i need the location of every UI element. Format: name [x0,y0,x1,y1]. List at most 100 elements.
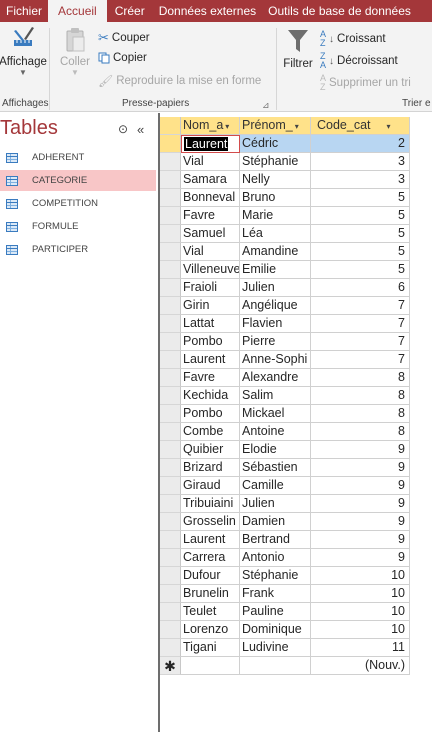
row-selector[interactable] [160,441,181,459]
cell-nom[interactable]: Quibier [181,441,240,459]
cell-prenom[interactable]: Dominique [240,621,311,639]
row-selector[interactable] [160,369,181,387]
cell-code-cat[interactable]: 10 [311,567,410,585]
cell-code-cat[interactable]: 5 [311,189,410,207]
row-selector[interactable] [160,477,181,495]
cell-code-cat[interactable]: 8 [311,387,410,405]
cell-code-cat[interactable]: 9 [311,477,410,495]
row-selector[interactable] [160,351,181,369]
cell-code-cat[interactable]: 3 [311,153,410,171]
cell-nom[interactable]: Grosselin [181,513,240,531]
cell-code-cat[interactable]: 6 [311,279,410,297]
cell-code-cat[interactable]: 7 [311,315,410,333]
nav-item-categorie[interactable]: CATEGORIE [0,170,156,191]
cell-nom[interactable]: Samara [181,171,240,189]
cell-prenom[interactable]: Bertrand [240,531,311,549]
cell-prenom[interactable]: Flavien [240,315,311,333]
row-selector[interactable] [160,153,181,171]
cell-prenom[interactable]: Angélique [240,297,311,315]
cell-prenom[interactable]: Léa [240,225,311,243]
cell-code-cat[interactable]: 11 [311,639,410,657]
cell-code-cat[interactable]: 5 [311,225,410,243]
cell-code-cat[interactable]: 9 [311,495,410,513]
copy-button[interactable]: Copier [98,52,147,64]
cell-code-cat[interactable]: 7 [311,333,410,351]
cell-code-cat[interactable]: 5 [311,243,410,261]
cell-prenom[interactable]: Emilie [240,261,311,279]
row-selector[interactable] [160,531,181,549]
row-selector[interactable] [160,333,181,351]
view-button[interactable]: Affichage ▼ [0,26,47,77]
cell-nom[interactable]: Favre [181,369,240,387]
cell-code-cat[interactable]: 2 [311,135,410,153]
cell-code-cat[interactable]: 5 [311,207,410,225]
row-selector[interactable] [160,225,181,243]
cell-prenom[interactable]: Anne-Sophi [240,351,311,369]
cell-nom[interactable]: Carrera [181,549,240,567]
cell-prenom[interactable]: Damien [240,513,311,531]
row-selector[interactable] [160,243,181,261]
cell-code-cat[interactable]: 9 [311,441,410,459]
select-all-corner[interactable] [160,117,181,135]
cell-nom[interactable]: Tigani [181,639,240,657]
cell-prenom[interactable]: Camille [240,477,311,495]
cell-prenom[interactable]: Antoine [240,423,311,441]
row-selector[interactable] [160,495,181,513]
row-selector[interactable] [160,261,181,279]
nav-item-adherent[interactable]: ADHERENT [0,147,156,168]
row-selector[interactable] [160,639,181,657]
cell-prenom[interactable]: Julien [240,279,311,297]
row-selector[interactable] [160,387,181,405]
row-selector[interactable] [160,549,181,567]
row-selector[interactable] [160,171,181,189]
filter-button[interactable]: Filtrer [280,28,316,70]
cell-nom[interactable]: Girin [181,297,240,315]
cell-prenom[interactable]: Pierre [240,333,311,351]
row-selector[interactable] [160,513,181,531]
row-selector[interactable] [160,621,181,639]
tab-outils-base-de-donnees[interactable]: Outils de base de données [262,0,417,22]
sort-ascending-button[interactable]: AZ ↓ Croissant [320,30,386,48]
cell-nom[interactable]: Brunelin [181,585,240,603]
cell-prenom[interactable]: Stéphanie [240,567,311,585]
format-painter-button[interactable]: 🖌 Reproduire la mise en forme [98,74,261,88]
cut-button[interactable]: ✂ Couper [98,30,150,46]
sort-descending-button[interactable]: ZA ↓ Décroissant [320,52,398,70]
nav-item-participer[interactable]: PARTICIPER [0,239,156,260]
cell-nom[interactable]: Samuel [181,225,240,243]
cell-prenom[interactable]: Cédric [240,135,311,153]
cell-nom[interactable]: Favre [181,207,240,225]
cell-prenom[interactable]: Antonio [240,549,311,567]
nav-item-competition[interactable]: COMPETITION [0,193,156,214]
cell-nom[interactable]: Villeneuve [181,261,240,279]
cell-code-cat[interactable]: 8 [311,423,410,441]
tab-donnees-externes[interactable]: Données externes [153,0,262,22]
cell-nom[interactable]: Pombo [181,405,240,423]
cell-nom[interactable]: Tribuiaini [181,495,240,513]
cell-prenom[interactable]: Salim [240,387,311,405]
cell-prenom[interactable]: Pauline [240,603,311,621]
cell-nom[interactable]: Vial [181,153,240,171]
cell-nom[interactable]: Giraud [181,477,240,495]
nav-collapse-icon[interactable]: « [137,122,144,137]
row-selector[interactable] [160,585,181,603]
row-selector[interactable] [160,315,181,333]
cell-prenom[interactable]: Stéphanie [240,153,311,171]
nav-menu-chevron-icon[interactable]: ⊙ [118,122,128,136]
tab-creer[interactable]: Créer [107,0,153,22]
cell-code-cat[interactable]: 3 [311,171,410,189]
cell-code-cat[interactable]: 7 [311,351,410,369]
cell-nom[interactable]: Lorenzo [181,621,240,639]
cell-code-cat[interactable]: 9 [311,549,410,567]
cell-prenom[interactable]: Amandine [240,243,311,261]
column-header-nom[interactable]: Nom_a ▾ [181,117,240,135]
cell-prenom[interactable]: Julien [240,495,311,513]
row-selector[interactable] [160,459,181,477]
cell-nom[interactable]: Dufour [181,567,240,585]
dialog-launcher-icon[interactable]: ⊿ [262,100,270,111]
column-header-code-cat[interactable]: Code_cat ▾ [311,117,410,135]
cell-nom[interactable] [181,657,240,675]
row-selector[interactable] [160,297,181,315]
tab-fichier[interactable]: Fichier [0,0,48,22]
cell-nom[interactable]: Lattat [181,315,240,333]
